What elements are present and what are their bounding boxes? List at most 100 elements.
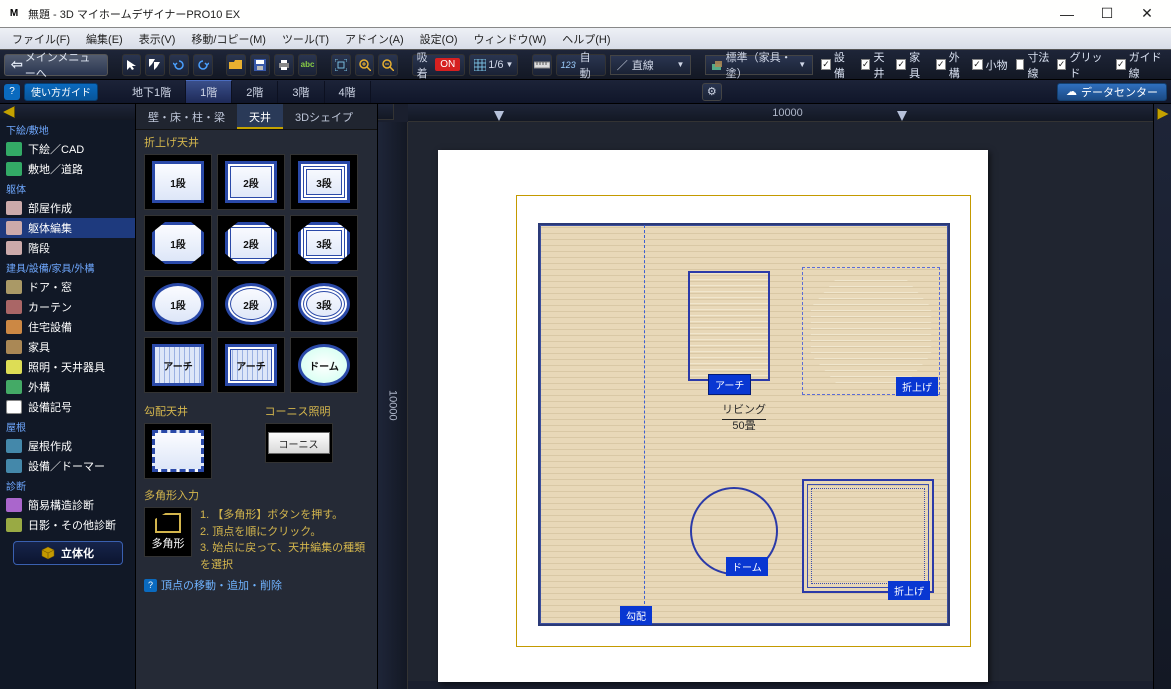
minimize-button[interactable]: ― xyxy=(1049,3,1085,25)
undo-button[interactable] xyxy=(169,54,189,76)
nav-sketch-cad[interactable]: 下絵／CAD xyxy=(0,139,135,159)
right-collapse-button[interactable] xyxy=(1153,104,1171,689)
datacenter-button[interactable]: ☁ データセンター xyxy=(1057,83,1167,101)
slope-tile[interactable] xyxy=(144,423,212,479)
menu-edit[interactable]: 編集(E) xyxy=(78,29,131,49)
cove-tile[interactable]: コーニス xyxy=(265,423,333,463)
help-icon[interactable]: ? xyxy=(4,84,20,100)
menu-addin[interactable]: アドイン(A) xyxy=(337,29,412,49)
nav-stairs[interactable]: 階段 xyxy=(0,238,135,258)
nav-site-road[interactable]: 敷地／道路 xyxy=(0,159,135,179)
polygon-tool[interactable]: 多角形 xyxy=(144,507,192,557)
snap-toggle[interactable]: 吸着 ON xyxy=(412,54,466,76)
ruler-marker-right[interactable] xyxy=(897,111,907,121)
pointer-tool[interactable] xyxy=(122,54,142,76)
settings-gear-button[interactable]: ⚙ xyxy=(702,83,722,101)
ceiling-circ-2[interactable]: 2段 xyxy=(217,276,285,332)
dormer-icon xyxy=(6,459,22,473)
nav-curtain[interactable]: カーテン xyxy=(0,297,135,317)
menu-help[interactable]: ヘルプ(H) xyxy=(554,29,618,49)
text-tool[interactable]: abc xyxy=(298,54,318,76)
nav-exterior[interactable]: 外構 xyxy=(0,377,135,397)
ceiling-oct-1[interactable]: 1段 xyxy=(144,215,212,271)
menu-tool[interactable]: ツール(T) xyxy=(274,29,337,49)
ceiling-arch-2[interactable]: アーチ xyxy=(217,337,285,393)
print-button[interactable] xyxy=(274,54,294,76)
nav-door-window[interactable]: ドア・窓 xyxy=(0,277,135,297)
check-ext[interactable]: ✓外構 xyxy=(936,49,968,81)
floor-tab-1f[interactable]: 1階 xyxy=(186,80,232,103)
open-button[interactable] xyxy=(226,54,246,76)
nav-house-equip[interactable]: 住宅設備 xyxy=(0,317,135,337)
line-type-select[interactable]: ／ 直線 ▼ xyxy=(610,55,692,75)
floor-tab-2f[interactable]: 2階 xyxy=(232,81,278,103)
nav-shadow-diag[interactable]: 日影・その他診断 xyxy=(0,515,135,535)
usage-guide-button[interactable]: 使い方ガイド xyxy=(24,83,98,101)
nav-dormer[interactable]: 設備／ドーマー xyxy=(0,456,135,476)
check-ceil[interactable]: ✓天井 xyxy=(861,49,893,81)
close-button[interactable]: ✕ xyxy=(1129,3,1165,25)
palette-tab-3dshape[interactable]: 3Dシェイプ xyxy=(283,104,365,129)
ceiling-oct-2[interactable]: 2段 xyxy=(217,215,285,271)
room-living[interactable]: リビング 50畳 アーチ 折上げ ドーム 折上げ 勾配 xyxy=(538,223,950,626)
layer-select[interactable]: 標準（家具・塗） ▼ xyxy=(705,55,813,75)
check-furn[interactable]: ✓家具 xyxy=(896,49,928,81)
nav-roof-create[interactable]: 屋根作成 xyxy=(0,436,135,456)
ceiling-circ-3[interactable]: 3段 xyxy=(290,276,358,332)
ceiling-sq-3[interactable]: 3段 xyxy=(290,154,358,210)
check-guide[interactable]: ✓ガイド線 xyxy=(1116,49,1167,81)
fold-rect[interactable] xyxy=(802,479,934,593)
toolbar: ⇦ メインメニューへ abc 吸着 ON 1/6 ▼ 123 自動 ／ 直線 ▼… xyxy=(0,50,1171,80)
palette-tab-walls[interactable]: 壁・床・柱・梁 xyxy=(136,104,237,129)
grid-fraction-select[interactable]: 1/6 ▼ xyxy=(469,54,518,76)
maximize-button[interactable]: ☐ xyxy=(1089,3,1125,25)
check-dim[interactable]: 寸法線 xyxy=(1016,49,1053,81)
ruler-tool[interactable] xyxy=(532,54,552,76)
check-equip[interactable]: ✓設備 xyxy=(821,49,853,81)
auto-label: 自動 xyxy=(576,49,601,81)
section-diag-hdr: 診断 xyxy=(0,476,135,495)
nav-room-create[interactable]: 部屋作成 xyxy=(0,198,135,218)
ceiling-dome[interactable]: ドーム xyxy=(290,337,358,393)
ceiling-sq-2[interactable]: 2段 xyxy=(217,154,285,210)
nav-lighting[interactable]: 照明・天井器具 xyxy=(0,357,135,377)
arch-shape[interactable] xyxy=(688,271,770,381)
fold-octagon[interactable] xyxy=(802,267,940,395)
ceiling-sq-1[interactable]: 1段 xyxy=(144,154,212,210)
make-3d-label: 立体化 xyxy=(61,545,94,561)
palette-tab-ceiling[interactable]: 天井 xyxy=(237,104,283,129)
make-3d-button[interactable]: 立体化 xyxy=(13,541,123,565)
fit-view-button[interactable] xyxy=(331,54,351,76)
nav-furniture[interactable]: 家具 xyxy=(0,337,135,357)
main-menu-button[interactable]: ⇦ メインメニューへ xyxy=(4,54,108,76)
ceiling-arch-1[interactable]: アーチ xyxy=(144,337,212,393)
floor-tab-4f[interactable]: 4階 xyxy=(325,81,371,103)
zoom-out-button[interactable] xyxy=(378,54,398,76)
nav-equip-symbol[interactable]: 設備記号 xyxy=(0,397,135,417)
canvas-stage[interactable]: リビング 50畳 アーチ 折上げ ドーム 折上げ 勾配 xyxy=(408,122,1167,681)
menu-move[interactable]: 移動/コピー(M) xyxy=(183,29,274,49)
check-grid[interactable]: ✓グリッド xyxy=(1057,49,1108,81)
ceiling-oct-3[interactable]: 3段 xyxy=(290,215,358,271)
save-button[interactable] xyxy=(250,54,270,76)
zoom-in-button[interactable] xyxy=(355,54,375,76)
menu-settings[interactable]: 設定(O) xyxy=(412,29,466,49)
menu-file[interactable]: ファイル(F) xyxy=(4,29,78,49)
check-small[interactable]: ✓小物 xyxy=(972,49,1008,81)
floor-tab-3f[interactable]: 3階 xyxy=(278,81,324,103)
menu-window[interactable]: ウィンドウ(W) xyxy=(466,29,555,49)
redo-button[interactable] xyxy=(193,54,213,76)
h-ruler-value: 10000 xyxy=(772,107,803,119)
multi-pointer-tool[interactable] xyxy=(145,54,165,76)
auto-measure-button[interactable]: 123 自動 xyxy=(556,54,606,76)
canvas-area[interactable]: 10000 10000 リビング 50畳 アーチ 折上げ xyxy=(378,104,1171,689)
floor-tab-b1[interactable]: 地下1階 xyxy=(118,81,186,103)
nav-body-edit[interactable]: 躯体編集 xyxy=(0,218,135,238)
ceiling-circ-1[interactable]: 1段 xyxy=(144,276,212,332)
left-collapse-button[interactable] xyxy=(0,104,135,120)
menu-view[interactable]: 表示(V) xyxy=(131,29,184,49)
ruler-marker-left[interactable] xyxy=(494,111,504,121)
vertex-help-link[interactable]: ? 頂点の移動・追加・削除 xyxy=(136,573,377,597)
polygon-icon xyxy=(155,513,181,533)
nav-struct-diag[interactable]: 簡易構造診断 xyxy=(0,495,135,515)
